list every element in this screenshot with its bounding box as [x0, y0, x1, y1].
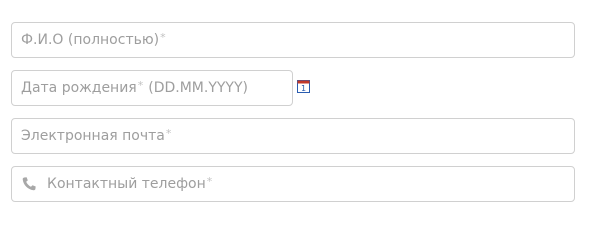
- required-mark: *: [160, 30, 166, 44]
- phone-placeholder: Контактный телефон: [47, 176, 206, 192]
- phone-input[interactable]: Контактный телефон *: [11, 166, 575, 202]
- phone-icon: [22, 177, 36, 191]
- required-mark: *: [165, 126, 172, 140]
- required-mark: *: [206, 174, 213, 188]
- birth-date-format-hint: (DD.MM.YYYY): [148, 80, 248, 96]
- calendar-icon[interactable]: 1: [297, 80, 310, 93]
- email-placeholder: Электронная почта: [21, 128, 165, 144]
- required-mark: *: [137, 78, 144, 92]
- birth-date-input[interactable]: Дата рождения * (DD.MM.YYYY): [11, 70, 293, 106]
- calendar-icon-day: 1: [301, 84, 306, 93]
- birth-date-placeholder: Дата рождения: [21, 80, 137, 96]
- full-name-input[interactable]: Ф.И.О (полностью) *: [11, 22, 575, 58]
- full-name-placeholder: Ф.И.О (полностью): [21, 32, 160, 48]
- email-input[interactable]: Электронная почта *: [11, 118, 575, 154]
